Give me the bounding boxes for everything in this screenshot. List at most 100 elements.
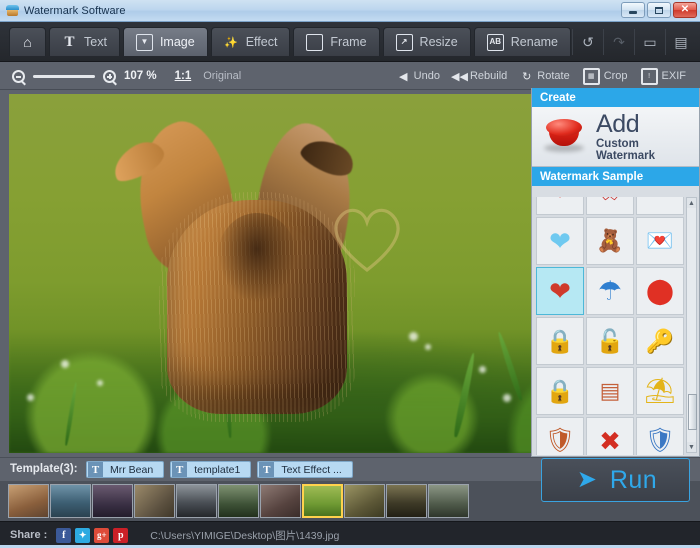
thumbnail-item[interactable] bbox=[92, 484, 133, 518]
twitter-icon[interactable]: ✦ bbox=[75, 527, 91, 543]
tab-frame-label: Frame bbox=[330, 35, 367, 49]
original-label: Original bbox=[203, 70, 242, 82]
app-icon bbox=[6, 4, 19, 17]
rotate-action[interactable]: ↻ Rotate bbox=[520, 70, 570, 83]
titlebar-tools: ↺ ↷ ▭ ▤ bbox=[572, 27, 696, 57]
watermark-sample-item[interactable]: 🔓 bbox=[586, 317, 634, 365]
window-title: Watermark Software bbox=[24, 4, 126, 17]
thumbnail-item[interactable] bbox=[8, 484, 49, 518]
main-tab-bar: ⌂ T Text ▼ Image ✨ Effect Frame ↗ Resize bbox=[0, 22, 700, 62]
tab-resize[interactable]: ↗ Resize bbox=[382, 27, 471, 56]
redo-arrow-icon[interactable]: ↷ bbox=[603, 29, 634, 55]
watermark-panel: Create Add Custom Watermark Watermark Sa… bbox=[531, 88, 700, 457]
watermark-sample-grid[interactable]: ❤ 🎗 ❤ 🧸 💌 ❤ ☂ ⬤ 🔒 🔓 🔑 🔒 ▤ ⛱ 🛡 ✖ 🛡 bbox=[532, 197, 699, 455]
close-button[interactable]: ✕ bbox=[673, 2, 697, 18]
exif-action[interactable]: ! EXIF bbox=[640, 67, 686, 85]
watermark-sample-item[interactable]: ✖ bbox=[586, 417, 634, 455]
watermark-sample-item[interactable]: 🔑 bbox=[636, 317, 684, 365]
application-window: Watermark Software ✕ ⌂ T Text ▼ Image ✨ … bbox=[0, 0, 700, 548]
template-chip-label: Mrr Bean bbox=[110, 463, 154, 476]
register-doc-icon[interactable]: ▤ bbox=[665, 29, 696, 55]
watermark-sample-item[interactable]: ⬤ bbox=[636, 267, 684, 315]
exif-info-icon: ! bbox=[640, 67, 658, 85]
thumbnail-item[interactable] bbox=[386, 484, 427, 518]
tab-effect-label: Effect bbox=[245, 35, 278, 49]
watermark-sample-item[interactable]: ▤ bbox=[586, 367, 634, 415]
frame-icon bbox=[306, 33, 324, 51]
tab-frame[interactable]: Frame bbox=[293, 27, 380, 56]
tab-rename[interactable]: AB Rename bbox=[473, 27, 572, 56]
watermark-sample-item[interactable]: 🎗 bbox=[586, 197, 634, 215]
tab-effect[interactable]: ✨ Effect bbox=[210, 27, 291, 56]
add-custom-watermark-button[interactable]: Add Custom Watermark bbox=[532, 107, 699, 167]
crop-icon: ▦ bbox=[582, 67, 600, 85]
watermark-sample-item[interactable]: 🛡 bbox=[636, 417, 684, 455]
home-icon: ⌂ bbox=[23, 34, 32, 50]
watermark-sample-item[interactable]: ❤ bbox=[536, 197, 584, 215]
run-button[interactable]: ➤ Run bbox=[541, 458, 690, 502]
watermark-sample-item-selected[interactable]: ❤ bbox=[536, 267, 584, 315]
scrollbar-thumb[interactable] bbox=[688, 394, 697, 430]
sample-scrollbar[interactable]: ▲ ▼ bbox=[686, 197, 697, 453]
zoom-slider[interactable] bbox=[33, 74, 95, 78]
thumbnail-item[interactable] bbox=[260, 484, 301, 518]
status-bar: Share : f ✦ g+ p C:\Users\YIMIGE\Desktop… bbox=[0, 521, 700, 548]
thumbnail-item[interactable] bbox=[176, 484, 217, 518]
scroll-up-arrow-icon[interactable]: ▲ bbox=[687, 198, 696, 208]
rename-icon: AB bbox=[486, 33, 504, 51]
watermark-sample-header: Watermark Sample bbox=[532, 167, 699, 186]
watermark-sample-item[interactable] bbox=[636, 197, 684, 215]
watermark-sample-item[interactable]: 🧸 bbox=[586, 217, 634, 265]
zoom-out-icon[interactable] bbox=[12, 69, 25, 83]
minimize-button[interactable] bbox=[621, 2, 645, 18]
thumbnail-item[interactable] bbox=[428, 484, 469, 518]
share-label: Share : bbox=[10, 529, 48, 541]
rebuild-icon: ◀◀ bbox=[451, 70, 468, 83]
thumbnail-item[interactable] bbox=[218, 484, 259, 518]
one-to-one-button[interactable]: 1:1 bbox=[175, 70, 192, 82]
maximize-button[interactable] bbox=[647, 2, 671, 18]
thumbnail-item-selected[interactable] bbox=[302, 484, 343, 518]
watermark-sample-item[interactable]: 🛡 bbox=[536, 417, 584, 455]
template-chip[interactable]: T Mrr Bean bbox=[86, 461, 165, 478]
watermark-sample-item[interactable]: ❤ bbox=[536, 217, 584, 265]
tab-text-label: Text bbox=[84, 35, 107, 49]
thumbnail-item[interactable] bbox=[50, 484, 91, 518]
undo-action[interactable]: ◀ Undo bbox=[397, 70, 440, 83]
zoom-in-icon[interactable] bbox=[103, 69, 116, 83]
watermark-sample-item[interactable]: ☂ bbox=[586, 267, 634, 315]
tab-image[interactable]: ▼ Image bbox=[122, 27, 208, 56]
template-count-label: Template(3): bbox=[10, 463, 78, 475]
magic-wand-icon: ✨ bbox=[224, 36, 239, 49]
tab-image-label: Image bbox=[159, 35, 195, 49]
thumbnail-item[interactable] bbox=[134, 484, 175, 518]
rebuild-action[interactable]: ◀◀ Rebuild bbox=[451, 70, 508, 83]
image-icon: ▼ bbox=[135, 33, 153, 51]
template-chip-label: Text Effect ... bbox=[281, 463, 342, 476]
tab-text[interactable]: T Text bbox=[49, 27, 120, 56]
resize-icon: ↗ bbox=[395, 33, 413, 51]
watermark-sample-item[interactable]: 💌 bbox=[636, 217, 684, 265]
crop-action[interactable]: ▦ Crop bbox=[582, 67, 628, 85]
googleplus-icon[interactable]: g+ bbox=[94, 527, 110, 543]
window-controls: ✕ bbox=[621, 2, 697, 18]
template-chip[interactable]: T Text Effect ... bbox=[257, 461, 353, 478]
thumbnail-item[interactable] bbox=[344, 484, 385, 518]
file-path-label: C:\Users\YIMIGE\Desktop\图片\1439.jpg bbox=[150, 529, 340, 542]
undo-arrow-icon[interactable]: ↺ bbox=[572, 29, 603, 55]
crop-label: Crop bbox=[603, 70, 628, 82]
heart-outline-watermark[interactable] bbox=[324, 198, 410, 278]
rebuild-label: Rebuild bbox=[469, 70, 508, 82]
facebook-icon[interactable]: f bbox=[56, 527, 72, 543]
scroll-down-arrow-icon[interactable]: ▼ bbox=[687, 442, 696, 452]
template-chip[interactable]: T template1 bbox=[170, 461, 252, 478]
pinterest-icon[interactable]: p bbox=[113, 527, 129, 543]
red-stamp-icon bbox=[542, 117, 586, 157]
watermark-sample-item[interactable]: ⛱ bbox=[636, 367, 684, 415]
watermark-sample-item[interactable]: 🔒 bbox=[536, 367, 584, 415]
watermark-sample-item[interactable]: 🔒 bbox=[536, 317, 584, 365]
tab-home[interactable]: ⌂ bbox=[9, 27, 46, 56]
text-template-icon: T bbox=[88, 462, 103, 477]
comment-icon[interactable]: ▭ bbox=[634, 29, 665, 55]
rotate-icon: ↻ bbox=[522, 70, 532, 83]
